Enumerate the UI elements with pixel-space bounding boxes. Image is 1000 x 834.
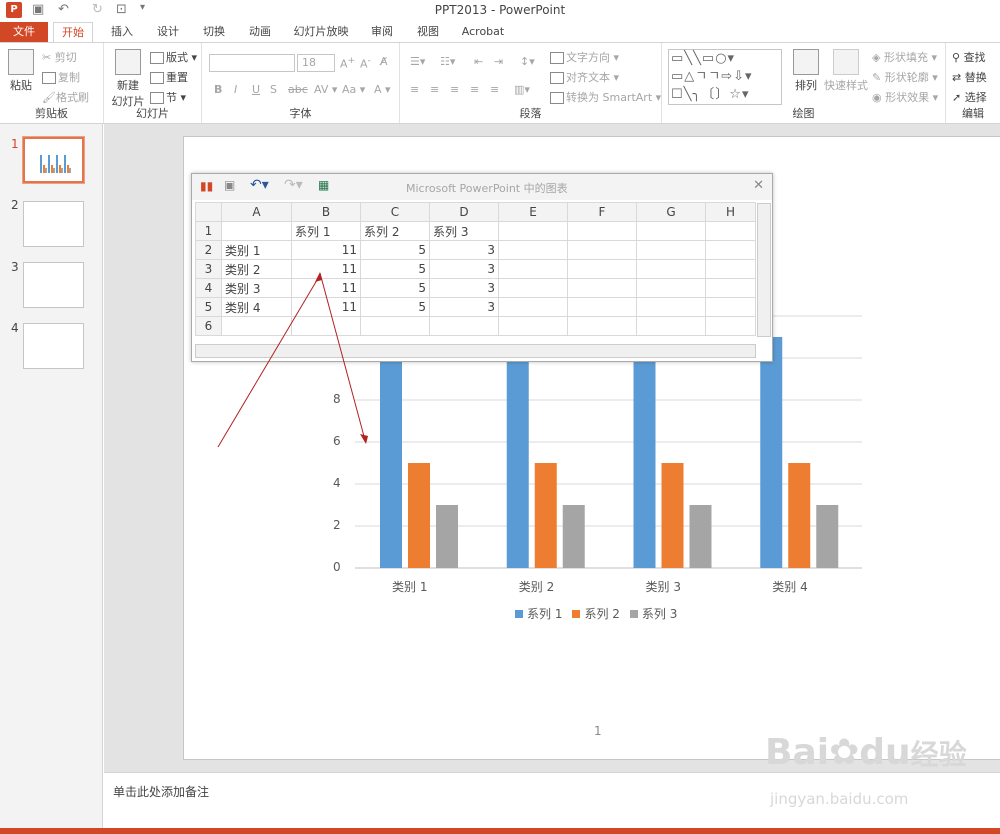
watermark-text-2: du bbox=[859, 732, 911, 773]
paw-icon: ✿ bbox=[829, 732, 860, 773]
watermark-url: jingyan.baidu.com bbox=[770, 790, 909, 808]
watermark-text-3: 经验 bbox=[910, 738, 967, 771]
annotation-arrows bbox=[217, 272, 368, 448]
annotation-arrow-2 bbox=[319, 272, 366, 441]
annotation-arrowhead-2 bbox=[360, 434, 368, 444]
notes-placeholder: 单击此处添加备注 bbox=[113, 785, 210, 799]
status-bar bbox=[0, 828, 1000, 834]
baidu-jingyan-watermark: Bai✿du经验 jingyan.baidu.com bbox=[760, 722, 1000, 822]
annotation-arrow-1 bbox=[217, 274, 321, 448]
watermark-text-1: Bai bbox=[765, 732, 830, 773]
